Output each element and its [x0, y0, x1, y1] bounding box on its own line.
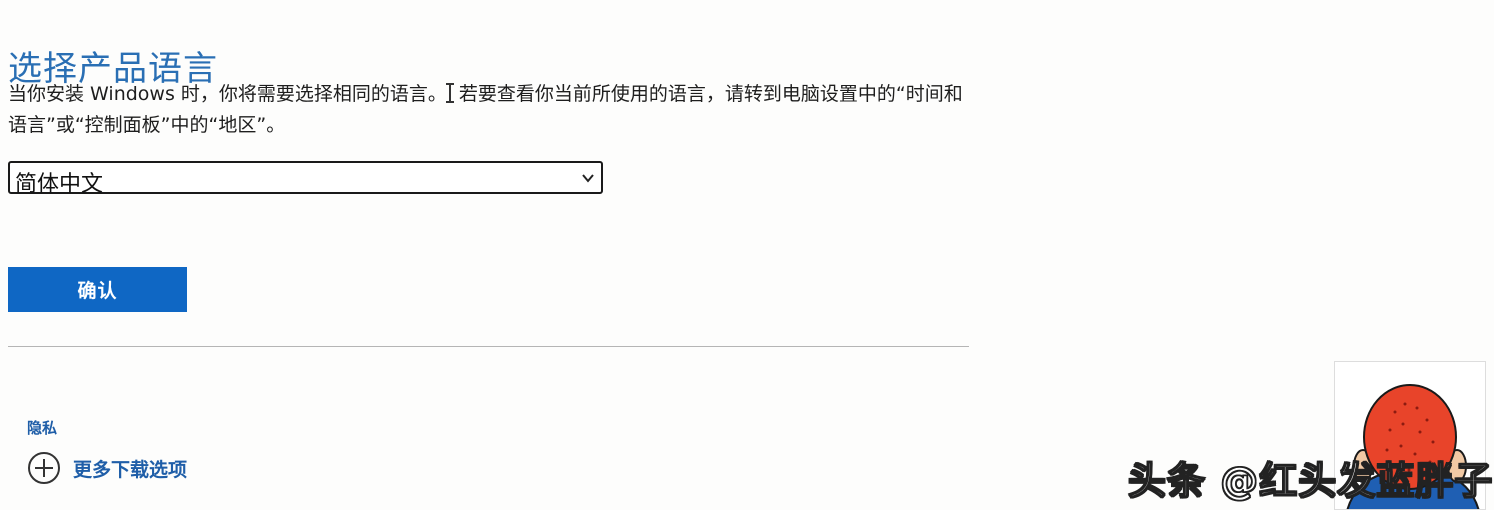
privacy-link[interactable]: 隐私	[27, 417, 57, 438]
plus-circle-icon	[28, 452, 60, 484]
page: 选择产品语言 当你安装 Windows 时，你将需要选择相同的语言。 若要查看你当…	[0, 0, 1494, 510]
watermark-text: 头条 @红头发蓝胖子	[1127, 458, 1494, 504]
page-description: 当你安装 Windows 时，你将需要选择相同的语言。 若要查看你当前所使用的语言…	[8, 79, 970, 141]
confirm-button[interactable]: 确认	[8, 267, 187, 312]
language-select[interactable]: 简体中文	[8, 161, 603, 197]
text-cursor-icon	[445, 83, 459, 103]
description-part-1: 当你安装 Windows 时，你将需要选择相同的语言。	[8, 83, 447, 105]
more-download-options-label: 更多下载选项	[73, 458, 188, 481]
language-select-value: 简体中文	[15, 172, 104, 197]
divider	[8, 346, 969, 347]
chevron-down-icon	[582, 174, 594, 183]
more-download-options-link[interactable]: 更多下载选项	[27, 451, 187, 485]
